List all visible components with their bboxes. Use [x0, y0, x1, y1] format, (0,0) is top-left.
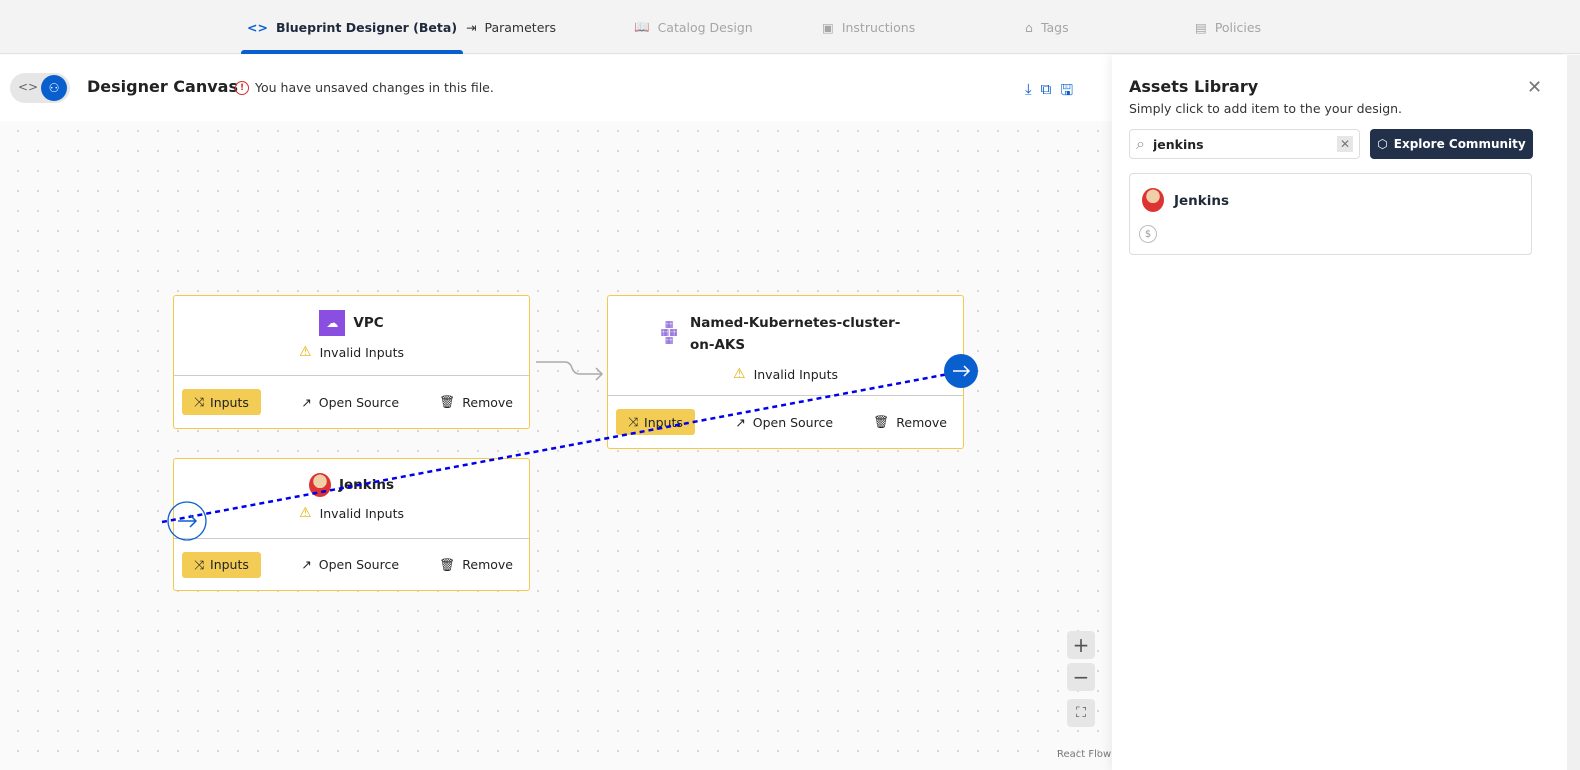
policy-icon: ▤ [1195, 19, 1207, 35]
assets-subtitle: Simply click to add item to the your des… [1129, 101, 1403, 116]
zoom-in-button[interactable]: + [1067, 631, 1095, 659]
fit-view-button[interactable]: ⛶ [1067, 699, 1095, 727]
tab-policies[interactable]: ▤ Policies [1195, 0, 1261, 54]
assets-library-panel: Assets Library Simply click to add item … [1112, 55, 1567, 770]
zoom-out-button[interactable]: − [1067, 663, 1095, 691]
jenkins-icon [1142, 188, 1164, 212]
close-icon[interactable]: ✕ [1527, 77, 1542, 98]
assets-title: Assets Library [1129, 77, 1259, 96]
dollar-icon: $ [1139, 225, 1157, 243]
react-flow-attribution[interactable]: React Flow [1057, 749, 1111, 760]
search-field[interactable]: ⌕ ✕ [1129, 129, 1360, 159]
scrollbar[interactable] [1567, 55, 1580, 770]
explore-community-button[interactable]: ⬡ Explore Community [1370, 129, 1533, 159]
community-icon: ⬡ [1377, 137, 1388, 151]
pending-connection-line [161, 367, 976, 524]
search-input[interactable] [1152, 136, 1329, 152]
search-icon: ⌕ [1136, 134, 1145, 153]
clear-search-icon[interactable]: ✕ [1337, 136, 1353, 152]
asset-card[interactable]: Jenkins $ [1129, 173, 1532, 255]
connection-layer [161, 354, 978, 541]
